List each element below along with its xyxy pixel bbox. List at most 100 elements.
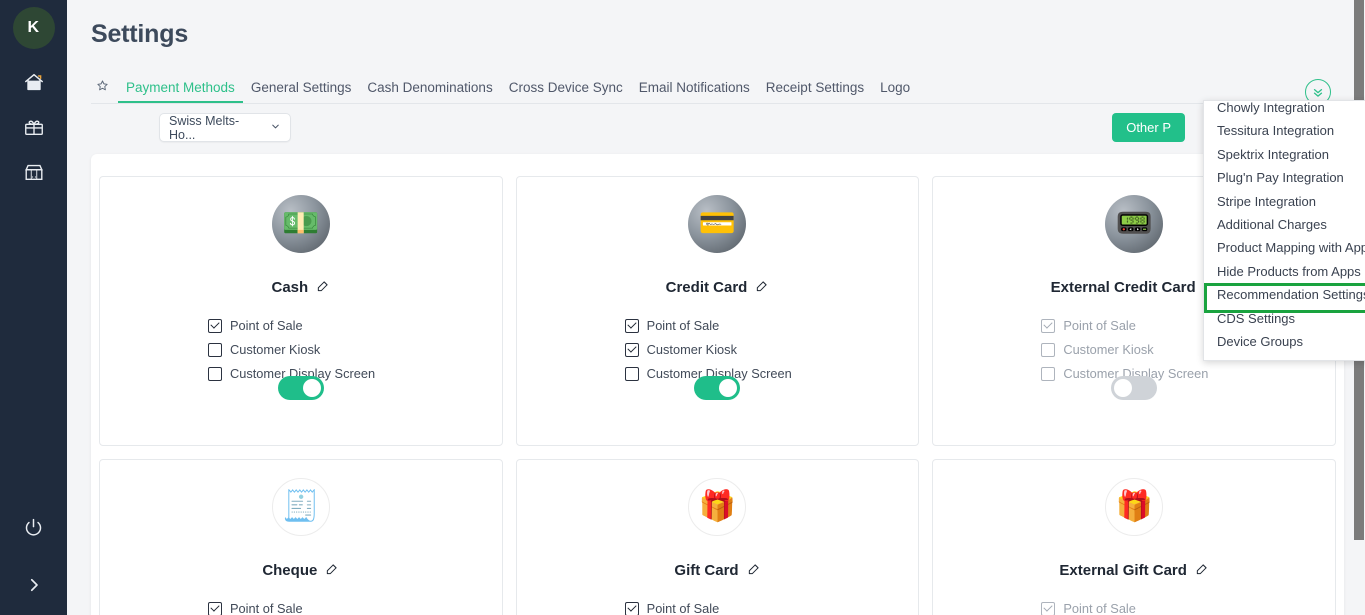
payment-method-options: Point of SaleCustomer KioskCustomer Disp… <box>933 601 1335 615</box>
other-payment-button[interactable]: Other P <box>1112 113 1185 142</box>
tab-payment-methods[interactable]: Payment Methods <box>118 80 243 103</box>
cheque-icon: 🧾 <box>272 478 330 536</box>
checkbox[interactable] <box>1041 602 1055 615</box>
main-content: Settings Payment Methods General Setting… <box>67 0 1365 615</box>
checkbox[interactable] <box>208 602 222 615</box>
payment-method-icon-glyph: 📟 <box>1115 209 1152 239</box>
dropdown-item[interactable]: Recommendation Settings <box>1204 283 1365 306</box>
payment-method-title: Cheque <box>262 562 317 579</box>
option-label: Customer Kiosk <box>230 342 320 357</box>
payment-method-icon-glyph: 🧾 <box>282 492 319 522</box>
edit-icon[interactable] <box>316 279 330 296</box>
option-label: Point of Sale <box>1063 318 1136 333</box>
favorite-star-icon[interactable] <box>96 79 109 97</box>
gift-box-icon: 🎁 <box>1105 478 1163 536</box>
payment-method-options: Point of SaleCustomer KioskCustomer Disp… <box>100 601 502 615</box>
tab-general-settings[interactable]: General Settings <box>243 80 360 103</box>
payment-method-option[interactable]: Customer Display Screen <box>208 366 502 381</box>
option-label: Customer Kiosk <box>647 342 737 357</box>
payment-method-icon-glyph: 💳 <box>699 209 736 239</box>
checkbox[interactable] <box>208 319 222 333</box>
power-icon[interactable] <box>0 505 67 549</box>
tab-receipt-settings[interactable]: Receipt Settings <box>758 80 872 103</box>
payment-method-option[interactable]: Point of Sale <box>625 318 919 333</box>
dropdown-item[interactable]: Additional Charges <box>1204 213 1365 236</box>
payment-method-title-row: Cash <box>271 279 330 296</box>
payment-method-icon-glyph: 💵 <box>282 209 319 239</box>
checkbox[interactable] <box>625 367 639 381</box>
edit-icon[interactable] <box>755 279 769 296</box>
credit-cards-icon: 💳 <box>688 195 746 253</box>
payment-method-options: Point of SaleCustomer KioskCustomer Disp… <box>517 601 919 615</box>
toggle-knob <box>1114 379 1132 397</box>
tab-cross-device-sync[interactable]: Cross Device Sync <box>501 80 631 103</box>
payment-method-card: 🧾 Cheque Point of SaleCustomer KioskCustom… <box>99 459 503 615</box>
store-icon[interactable] <box>0 150 67 194</box>
payment-methods-panel: 💵 Cash Point of Sale Customer Kiosk Customer… <box>91 154 1344 615</box>
dropdown-item[interactable]: Product Mapping with Apps <box>1204 236 1365 259</box>
payment-method-title-row: Credit Card <box>666 279 770 296</box>
dropdown-item[interactable]: Stripe Integration <box>1204 190 1365 213</box>
other-payment-dropdown-menu[interactable]: Chowly IntegrationTessitura IntegrationS… <box>1203 100 1365 361</box>
payment-method-option[interactable]: Point of Sale <box>208 601 502 615</box>
payment-method-option[interactable]: Customer Display Screen <box>625 366 919 381</box>
gift-icon[interactable] <box>0 105 67 149</box>
home-icon[interactable] <box>0 60 67 104</box>
dropdown-item[interactable]: Plug'n Pay Integration <box>1204 166 1365 189</box>
chevron-down-icon <box>270 121 281 135</box>
payment-method-option[interactable]: Customer Kiosk <box>625 342 919 357</box>
toggle-knob <box>719 379 737 397</box>
tab-bar: Payment Methods General Settings Cash De… <box>91 74 1365 103</box>
enable-toggle[interactable] <box>694 376 740 400</box>
checkbox[interactable] <box>625 343 639 357</box>
payment-method-title: External Gift Card <box>1059 562 1187 579</box>
chevron-right-icon[interactable] <box>0 563 67 607</box>
dropdown-item[interactable]: Device Groups <box>1204 330 1365 353</box>
checkbox[interactable] <box>1041 367 1055 381</box>
dropdown-item[interactable]: CDS Settings <box>1204 307 1365 330</box>
checkbox[interactable] <box>208 367 222 381</box>
checkbox[interactable] <box>208 343 222 357</box>
card-terminal-icon: 📟 <box>1105 195 1163 253</box>
dropdown-item[interactable]: Tessitura Integration <box>1204 119 1365 142</box>
payment-method-option[interactable]: Customer Display Screen <box>1041 366 1335 381</box>
store-selector[interactable]: Swiss Melts- Ho... <box>159 113 291 142</box>
payment-method-title-row: Gift Card <box>674 562 760 579</box>
edit-icon[interactable] <box>747 562 761 579</box>
payment-method-option[interactable]: Point of Sale <box>208 318 502 333</box>
enable-toggle[interactable] <box>1111 376 1157 400</box>
payment-method-icon-glyph: 🎁 <box>699 492 736 522</box>
payment-method-title: Cash <box>271 279 308 296</box>
store-selector-label: Swiss Melts- Ho... <box>169 114 266 142</box>
sidebar: K <box>0 0 67 615</box>
payment-method-option[interactable]: Point of Sale <box>1041 601 1335 615</box>
cash-bundle-icon: 💵 <box>272 195 330 253</box>
checkbox[interactable] <box>1041 319 1055 333</box>
page-title: Settings <box>91 20 188 49</box>
edit-icon[interactable] <box>1195 562 1209 579</box>
payment-method-options: Point of Sale Customer Kiosk Customer Disp… <box>517 318 919 381</box>
dropdown-item[interactable]: Chowly Integration <box>1204 100 1365 119</box>
payment-method-option[interactable]: Customer Kiosk <box>208 342 502 357</box>
payment-method-card: 💳 Credit Card Point of Sale Customer Kiosk C… <box>516 176 920 446</box>
payment-methods-grid: 💵 Cash Point of Sale Customer Kiosk Customer… <box>99 176 1336 615</box>
checkbox[interactable] <box>625 319 639 333</box>
payment-method-icon-glyph: 🎁 <box>1115 492 1152 522</box>
tab-logo[interactable]: Logo <box>872 80 918 103</box>
tab-email-notifications[interactable]: Email Notifications <box>631 80 758 103</box>
option-label: Point of Sale <box>647 318 720 333</box>
enable-toggle[interactable] <box>278 376 324 400</box>
app-root: K <box>0 0 1365 615</box>
dropdown-item[interactable]: Hide Products from Apps <box>1204 260 1365 283</box>
avatar[interactable]: K <box>13 7 55 49</box>
checkbox[interactable] <box>1041 343 1055 357</box>
checkbox[interactable] <box>625 602 639 615</box>
edit-icon[interactable] <box>325 562 339 579</box>
dropdown-item[interactable]: Spektrix Integration <box>1204 143 1365 166</box>
payment-method-card: 🎁 Gift Card Point of SaleCustomer KioskCus… <box>516 459 920 615</box>
gift-box-icon: 🎁 <box>688 478 746 536</box>
tab-cash-denominations[interactable]: Cash Denominations <box>359 80 500 103</box>
tab-underline <box>91 103 1365 104</box>
payment-method-option[interactable]: Point of Sale <box>625 601 919 615</box>
dropdown-items-list: Chowly IntegrationTessitura IntegrationS… <box>1204 100 1365 353</box>
